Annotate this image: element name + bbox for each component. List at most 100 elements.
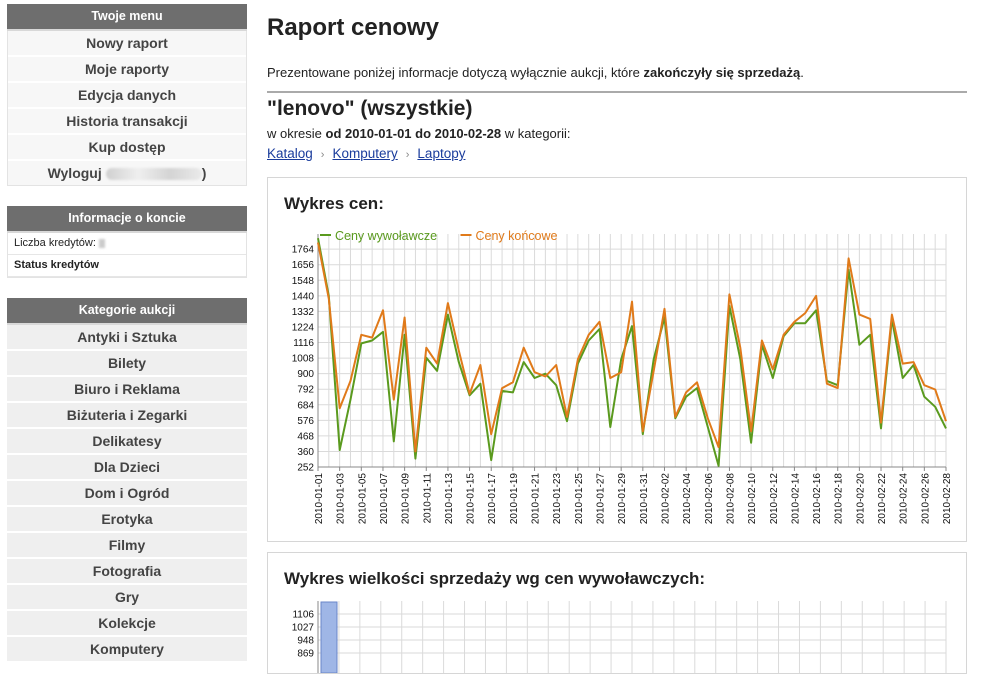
breadcrumb-separator: ›: [321, 149, 325, 161]
y-tick-label: 1224: [292, 322, 315, 333]
categories-box: Kategorie aukcji Antyki i SztukaBiletyBi…: [7, 298, 247, 663]
x-tick-label: 2010-01-19: [509, 473, 520, 525]
menu-item-edit-data[interactable]: Edycja danych: [8, 83, 246, 109]
price-chart-panel: Wykres cen: 2523604685766847929001008111…: [267, 177, 967, 542]
credits-status-row[interactable]: Status kredytów: [8, 255, 246, 277]
y-tick-label: 252: [297, 463, 314, 474]
menu-item-buy-access[interactable]: Kup dostęp: [8, 135, 246, 161]
category-item[interactable]: Bilety: [7, 351, 247, 377]
y-tick-label: 900: [297, 369, 314, 380]
menu-item-transaction-history[interactable]: Historia transakcji: [8, 109, 246, 135]
user-menu-title: Twoje menu: [7, 4, 247, 31]
category-item[interactable]: Biuro i Reklama: [7, 377, 247, 403]
x-tick-label: 2010-02-22: [877, 473, 888, 525]
x-tick-label: 2010-01-21: [531, 473, 542, 525]
user-menu-list: Nowy raport Moje raporty Edycja danych H…: [7, 31, 247, 186]
legend-label: Ceny końcowe: [476, 229, 558, 243]
menu-item-my-reports[interactable]: Moje raporty: [8, 57, 246, 83]
y-tick-label: 360: [297, 447, 314, 458]
x-tick-label: 2010-02-24: [899, 473, 910, 525]
category-item[interactable]: Dla Dzieci: [7, 455, 247, 481]
x-tick-label: 2010-02-18: [834, 473, 845, 525]
sidebar: Twoje menu Nowy raport Moje raporty Edyc…: [7, 4, 247, 683]
x-tick-label: 2010-02-20: [855, 473, 866, 525]
x-tick-label: 2010-02-04: [682, 473, 693, 525]
x-tick-label: 2010-01-27: [596, 473, 607, 525]
breadcrumb: Katalog › Komputery › Laptopy: [267, 146, 465, 161]
intro-text: Prezentowane poniżej informacje dotyczą …: [267, 65, 804, 80]
credits-count-row: Liczba kredytów:: [8, 233, 246, 255]
category-item[interactable]: Fotografia: [7, 559, 247, 585]
breadcrumb-catalog[interactable]: Katalog: [267, 146, 313, 161]
category-item[interactable]: Antyki i Sztuka: [7, 325, 247, 351]
y-tick-label: 1764: [292, 245, 315, 256]
y-tick-label: 792: [297, 385, 314, 396]
period-range: od 2010-01-01 do 2010-02-28: [326, 126, 502, 141]
x-tick-label: 2010-01-29: [617, 473, 628, 525]
y-tick-label: 1656: [292, 260, 315, 271]
x-tick-label: 2010-01-13: [444, 473, 455, 525]
bar: [321, 602, 337, 673]
user-menu-box: Twoje menu Nowy raport Moje raporty Edyc…: [7, 4, 247, 186]
account-info-list: Liczba kredytów: Status kredytów: [7, 233, 247, 278]
y-tick-label: 1440: [292, 291, 315, 302]
intro-text-end: .: [800, 65, 804, 80]
price-chart: 252 360 468 576 684 792 900 1008 1116 1224 1332 144…: [268, 178, 966, 541]
blurred-username: [106, 168, 202, 180]
y-tick-label: 684: [297, 400, 314, 411]
x-tick-label: 2010-01-11: [422, 473, 433, 524]
menu-item-logout[interactable]: Wyloguj): [8, 161, 246, 185]
x-tick-label: 2010-01-03: [336, 473, 347, 525]
x-tick-label: 2010-01-31: [639, 473, 650, 525]
intro-text-bold: zakończyły się sprzedażą: [643, 65, 800, 80]
plot-area: 252 360 468 576 684 792 900 1008 1116 1224 1332 144…: [292, 234, 953, 524]
plot-area: 11061027948869: [292, 601, 946, 673]
x-tick-label: 2010-02-26: [920, 473, 931, 525]
y-tick-label: 1008: [292, 354, 315, 365]
category-item[interactable]: Delikatesy: [7, 429, 247, 455]
category-item[interactable]: Filmy: [7, 533, 247, 559]
volume-chart: 11061027948869: [268, 553, 966, 673]
credits-count-value-blur: [99, 239, 105, 248]
category-item[interactable]: Kolekcje: [7, 611, 247, 637]
x-tick-label: 2010-01-01: [314, 473, 325, 525]
y-tick-label: 468: [297, 431, 314, 442]
account-info-title: Informacje o koncie: [7, 206, 247, 233]
account-info-box: Informacje o koncie Liczba kredytów: Sta…: [7, 206, 247, 278]
y-tick-label: 1106: [292, 610, 314, 621]
logout-suffix: ): [202, 165, 207, 181]
x-tick-label: 2010-01-17: [487, 473, 498, 525]
y-tick-label: 1116: [293, 338, 314, 349]
x-tick-label: 2010-02-08: [725, 473, 736, 525]
category-item[interactable]: Komputery: [7, 637, 247, 663]
y-tick-label: 1027: [292, 623, 315, 634]
legend-label: Ceny wywoławcze: [335, 229, 437, 243]
period-pre: w okresie: [267, 126, 326, 141]
category-item[interactable]: Erotyka: [7, 507, 247, 533]
x-tick-label: 2010-01-07: [379, 473, 390, 525]
intro-text-start: Prezentowane poniżej informacje dotyczą …: [267, 65, 643, 80]
category-item[interactable]: Biżuteria i Zegarki: [7, 403, 247, 429]
x-tick-label: 2010-02-14: [790, 473, 801, 525]
x-tick-label: 2010-02-16: [812, 473, 823, 525]
category-item[interactable]: Gry: [7, 585, 247, 611]
logout-label: Wyloguj: [48, 165, 102, 181]
page-title: Raport cenowy: [267, 14, 439, 42]
volume-chart-panel: Wykres wielkości sprzedaży wg cen wywoła…: [267, 552, 967, 674]
categories-title: Kategorie aukcji: [7, 298, 247, 325]
menu-item-new-report[interactable]: Nowy raport: [8, 31, 246, 57]
y-tick-label: 1332: [292, 307, 315, 318]
period-post: w kategorii:: [501, 126, 570, 141]
breadcrumb-separator: ›: [406, 149, 410, 161]
x-tick-label: 2010-01-05: [357, 473, 368, 525]
breadcrumb-computers[interactable]: Komputery: [332, 146, 397, 161]
x-tick-label: 2010-01-09: [401, 473, 412, 525]
x-tick-label: 2010-01-15: [466, 473, 477, 525]
breadcrumb-laptops[interactable]: Laptopy: [417, 146, 465, 161]
divider: [267, 91, 967, 93]
x-tick-label: 2010-01-23: [552, 473, 563, 525]
period-text: w okresie od 2010-01-01 do 2010-02-28 w …: [267, 126, 571, 141]
y-tick-label: 576: [297, 416, 314, 427]
x-tick-label: 2010-02-12: [769, 473, 780, 525]
category-item[interactable]: Dom i Ogród: [7, 481, 247, 507]
